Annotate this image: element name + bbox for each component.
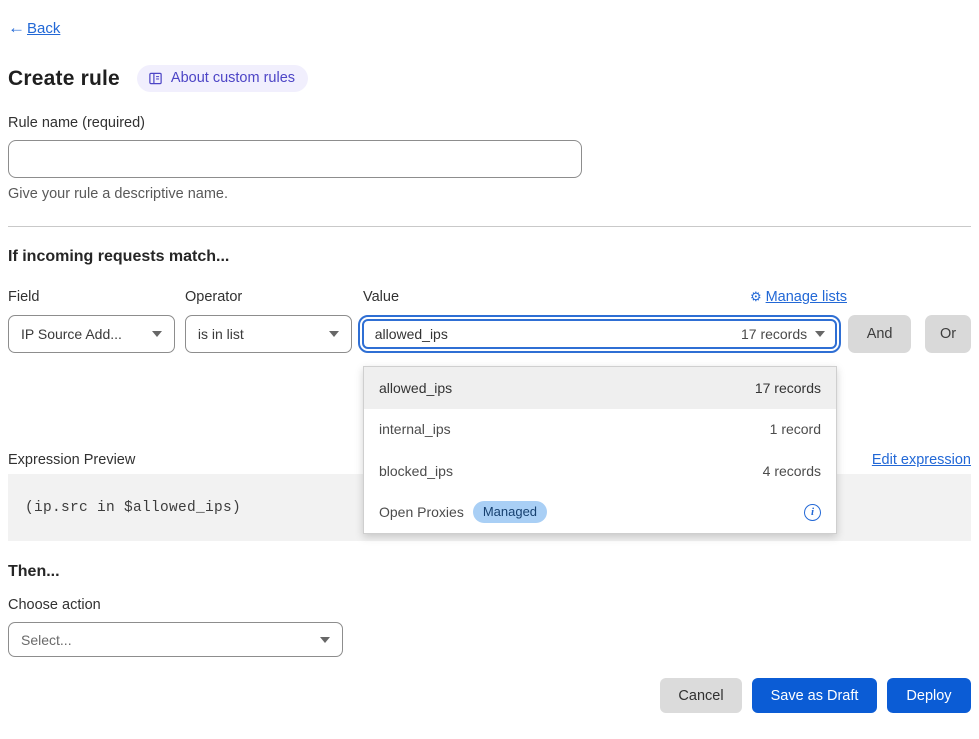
list-name: blocked_ips (379, 463, 453, 479)
list-dropdown-menu: allowed_ips 17 records internal_ips 1 re… (363, 366, 837, 534)
cancel-button[interactable]: Cancel (660, 678, 742, 713)
value-label: Value (363, 289, 399, 305)
book-icon (148, 71, 163, 86)
field-select[interactable]: IP Source Add... (8, 315, 175, 353)
dropdown-item-allowed-ips[interactable]: allowed_ips 17 records (364, 367, 836, 409)
dropdown-item-internal-ips[interactable]: internal_ips 1 record (364, 409, 836, 451)
about-custom-rules-badge[interactable]: About custom rules (137, 65, 308, 92)
match-section-heading: If incoming requests match... (8, 248, 971, 266)
about-badge-label: About custom rules (171, 70, 295, 86)
field-select-value: IP Source Add... (21, 326, 122, 342)
gear-icon: ⚙ (750, 289, 762, 305)
operator-select[interactable]: is in list (185, 315, 352, 353)
action-select[interactable]: Select... (8, 622, 343, 657)
managed-badge: Managed (473, 501, 547, 523)
condition-controls-row: IP Source Add... is in list allowed_ips … (8, 315, 971, 353)
create-rule-page: ← Back Create rule About custom rules Ru… (0, 0, 979, 739)
chevron-down-icon (320, 637, 330, 643)
footer-actions: Cancel Save as Draft Deploy (8, 678, 971, 713)
expression-code: (ip.src in $allowed_ips) (25, 500, 241, 516)
and-button[interactable]: And (848, 315, 911, 353)
value-select[interactable]: allowed_ips 17 records (362, 319, 837, 349)
back-link-label[interactable]: Back (27, 20, 60, 37)
list-records: 1 record (770, 421, 821, 437)
operator-select-value: is in list (198, 326, 244, 342)
list-name: allowed_ips (379, 380, 452, 396)
back-link[interactable]: ← Back (8, 18, 971, 38)
dropdown-item-blocked-ips[interactable]: blocked_ips 4 records (364, 450, 836, 492)
value-select-records: 17 records (741, 326, 807, 342)
manage-lists-link[interactable]: ⚙ Manage lists (750, 289, 847, 305)
or-button[interactable]: Or (925, 315, 971, 353)
list-records: 4 records (763, 463, 821, 479)
edit-expression-link[interactable]: Edit expression (872, 452, 971, 468)
expression-preview-label: Expression Preview (8, 452, 135, 468)
section-divider (8, 226, 971, 227)
action-select-placeholder: Select... (21, 632, 72, 648)
rule-name-label: Rule name (required) (8, 115, 971, 131)
back-arrow-icon: ← (8, 18, 25, 38)
title-row: Create rule About custom rules (8, 65, 971, 92)
chevron-down-icon (815, 331, 825, 337)
save-as-draft-button[interactable]: Save as Draft (752, 678, 877, 713)
list-records: 17 records (755, 380, 821, 396)
list-name: Open Proxies (379, 504, 464, 520)
choose-action-label: Choose action (8, 597, 971, 613)
field-label: Field (8, 289, 185, 305)
chevron-down-icon (329, 331, 339, 337)
manage-lists-label[interactable]: Manage lists (766, 289, 847, 305)
operator-label: Operator (185, 289, 363, 305)
list-name: internal_ips (379, 421, 451, 437)
then-section-heading: Then... (8, 563, 971, 581)
chevron-down-icon (152, 331, 162, 337)
deploy-button[interactable]: Deploy (887, 678, 971, 713)
rule-name-helper: Give your rule a descriptive name. (8, 186, 971, 202)
condition-labels-row: Field Operator Value ⚙ Manage lists (8, 289, 971, 305)
value-select-value: allowed_ips (375, 326, 448, 342)
dropdown-item-open-proxies[interactable]: Open Proxies Managed i (364, 492, 836, 534)
info-icon[interactable]: i (804, 504, 821, 521)
value-select-focus-ring: allowed_ips 17 records (358, 315, 841, 353)
rule-name-input[interactable] (8, 140, 582, 178)
page-title: Create rule (8, 67, 120, 91)
